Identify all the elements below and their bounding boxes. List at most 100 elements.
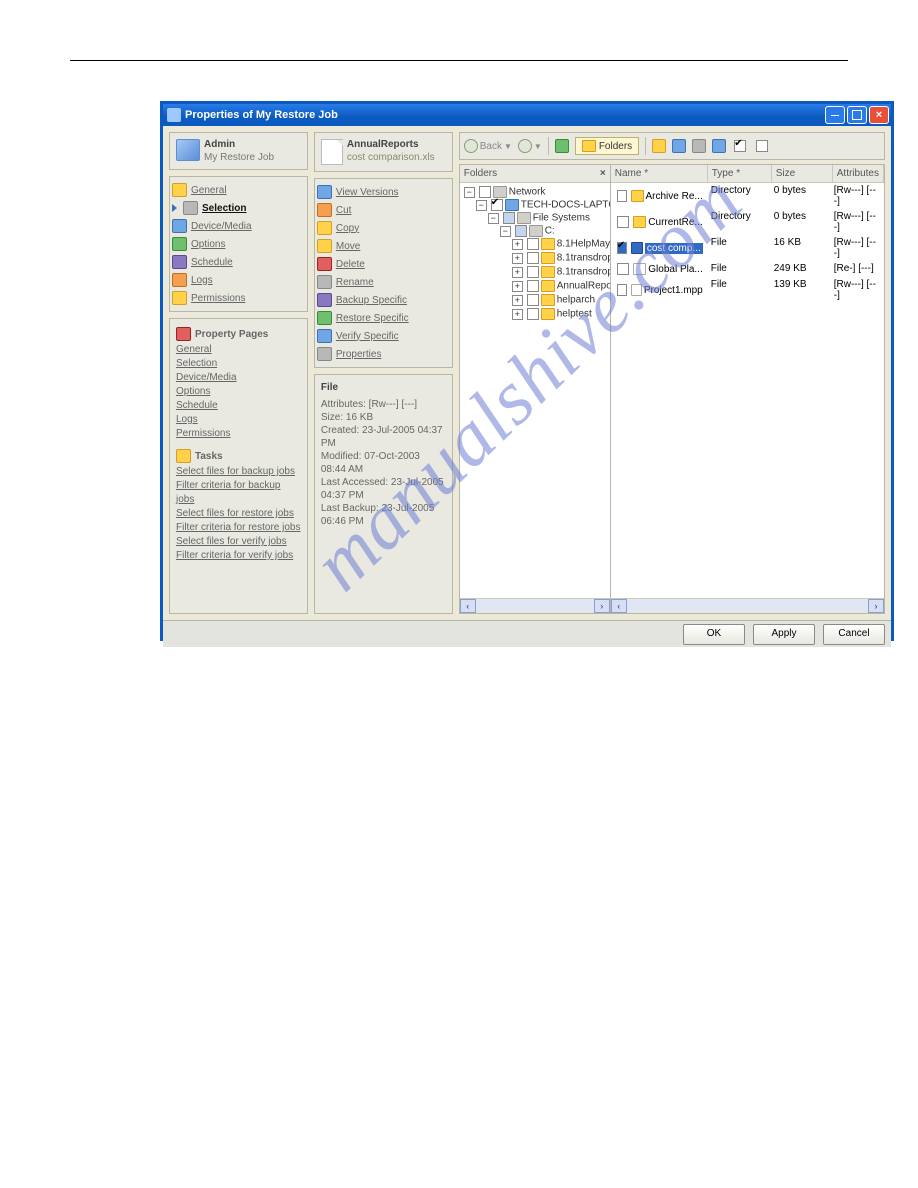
nav-item-device[interactable]: Device/Media	[172, 217, 305, 235]
prop-link[interactable]: Logs	[176, 413, 301, 427]
list-row[interactable]: CurrentRe...Directory0 bytes[Rw---] [---…	[611, 209, 884, 235]
forward-button[interactable]: ▼	[518, 139, 542, 153]
tree-node-network[interactable]: Network	[509, 187, 546, 198]
maximize-button[interactable]	[847, 106, 867, 124]
action-copy[interactable]: Copy	[317, 219, 450, 237]
prop-link[interactable]: Options	[176, 385, 301, 399]
col-name[interactable]: Name *	[611, 165, 708, 182]
nav-item-selection[interactable]: Selection	[172, 199, 305, 217]
tree-node-folder[interactable]: helparch	[557, 295, 595, 306]
action-view-versions[interactable]: View Versions	[317, 183, 450, 201]
up-icon[interactable]	[555, 139, 569, 153]
details-line: Last Backup: 23-Jul-2005 06:46 PM	[321, 502, 446, 528]
col-type[interactable]: Type *	[708, 165, 772, 182]
tree-node-folder[interactable]: 8.1transdrop2	[557, 253, 610, 264]
nav-item-permissions[interactable]: Permissions	[172, 289, 305, 307]
prop-link[interactable]: Device/Media	[176, 371, 301, 385]
prop-link[interactable]: Schedule	[176, 399, 301, 413]
folders-button[interactable]: Folders	[575, 137, 639, 155]
tree-scrollbar[interactable]: ‹›	[460, 598, 610, 613]
row-checkbox[interactable]	[617, 284, 627, 296]
task-link[interactable]: Filter criteria for verify jobs	[176, 549, 301, 563]
tree-node-folder[interactable]: AnnualReports	[557, 281, 610, 292]
refresh-icon[interactable]	[712, 139, 726, 153]
nav-item-logs[interactable]: Logs	[172, 271, 305, 289]
task-link[interactable]: Filter criteria for restore jobs	[176, 521, 301, 535]
row-checkbox[interactable]	[617, 216, 629, 228]
list-row[interactable]: Project1.mppFile139 KB[Rw---] [---]	[611, 277, 884, 303]
action-verify-specific[interactable]: Verify Specific	[317, 327, 450, 345]
row-checkbox[interactable]	[617, 263, 629, 275]
prop-link[interactable]: Selection	[176, 357, 301, 371]
prop-link[interactable]: General	[176, 343, 301, 357]
tree-checkbox[interactable]	[527, 294, 539, 306]
tree-checkbox[interactable]	[515, 225, 527, 237]
action-restore-specific[interactable]: Restore Specific	[317, 309, 450, 327]
expand-icon[interactable]: +	[512, 267, 523, 278]
list-row[interactable]: Global Pla...File249 KB[Re-] [---]	[611, 261, 884, 277]
nav-item-schedule[interactable]: Schedule	[172, 253, 305, 271]
tree-checkbox[interactable]	[503, 212, 515, 224]
expand-icon[interactable]: +	[512, 281, 523, 292]
action-rename[interactable]: Rename	[317, 273, 450, 291]
action-cut[interactable]: Cut	[317, 201, 450, 219]
file-panel-title: AnnualReports	[347, 139, 435, 150]
action-delete[interactable]: Delete	[317, 255, 450, 273]
tree-node-filesys[interactable]: File Systems	[533, 213, 590, 224]
apply-button[interactable]: Apply	[753, 624, 815, 645]
task-link[interactable]: Select files for backup jobs	[176, 465, 301, 479]
new-icon[interactable]	[652, 139, 666, 153]
tree-checkbox[interactable]	[527, 252, 539, 264]
expand-icon[interactable]: +	[512, 239, 523, 250]
task-link[interactable]: Select files for restore jobs	[176, 507, 301, 521]
toolbar-checkbox-empty[interactable]	[756, 140, 768, 152]
action-backup-specific[interactable]: Backup Specific	[317, 291, 450, 309]
ok-button[interactable]: OK	[683, 624, 745, 645]
tree-checkbox[interactable]	[479, 186, 491, 198]
action-move[interactable]: Move	[317, 237, 450, 255]
col-size[interactable]: Size	[772, 165, 833, 182]
close-button[interactable]: ×	[869, 106, 889, 124]
expand-icon[interactable]: −	[500, 226, 511, 237]
tree-node-computer[interactable]: TECH-DOCS-LAPTO	[521, 200, 610, 211]
tree-checkbox[interactable]	[527, 238, 539, 250]
tree-node-folder[interactable]: 8.1HelpMay	[557, 239, 610, 250]
tree-checkbox[interactable]	[491, 199, 503, 211]
expand-icon[interactable]: +	[512, 295, 523, 306]
row-checkbox[interactable]	[617, 190, 628, 202]
tree-node-drive[interactable]: C:	[545, 226, 555, 237]
filter-icon[interactable]	[672, 139, 686, 153]
list-row[interactable]: Archive Re...Directory0 bytes[Rw---] [--…	[611, 183, 884, 209]
tree-checkbox[interactable]	[527, 308, 539, 320]
expand-icon[interactable]: −	[464, 187, 475, 198]
row-checkbox[interactable]	[617, 242, 628, 254]
row-attr: [Re-] [---]	[830, 262, 884, 276]
expand-icon[interactable]: +	[512, 253, 523, 264]
view-icon[interactable]	[692, 139, 706, 153]
expand-icon[interactable]: −	[476, 200, 487, 211]
close-tree-button[interactable]: ×	[600, 168, 606, 179]
folder-icon	[541, 266, 555, 278]
cancel-button[interactable]: Cancel	[823, 624, 885, 645]
backup-icon	[317, 293, 332, 307]
action-properties[interactable]: Properties	[317, 345, 450, 363]
col-attr[interactable]: Attributes	[833, 165, 884, 182]
expand-icon[interactable]: +	[512, 309, 523, 320]
prop-link[interactable]: Permissions	[176, 427, 301, 441]
minimize-button[interactable]	[825, 106, 845, 124]
nav-item-general[interactable]: General	[172, 181, 305, 199]
task-link[interactable]: Select files for verify jobs	[176, 535, 301, 549]
nav-item-options[interactable]: Options	[172, 235, 305, 253]
folder-tree[interactable]: −Network −TECH-DOCS-LAPTO −File Systems …	[460, 183, 610, 598]
tree-checkbox[interactable]	[527, 266, 539, 278]
task-link[interactable]: Filter criteria for backup jobs	[176, 479, 301, 507]
title-bar: Properties of My Restore Job ×	[163, 104, 891, 126]
toolbar-checkbox-checked[interactable]	[734, 140, 746, 152]
list-row[interactable]: cost comp...File16 KB[Rw---] [---]	[611, 235, 884, 261]
expand-icon[interactable]: −	[488, 213, 499, 224]
back-button[interactable]: Back▼	[464, 139, 512, 153]
tree-node-folder[interactable]: 8.1transdrop3	[557, 267, 610, 278]
tree-node-folder[interactable]: helptest	[557, 309, 592, 320]
list-scrollbar[interactable]: ‹›	[611, 598, 884, 613]
tree-checkbox[interactable]	[527, 280, 539, 292]
